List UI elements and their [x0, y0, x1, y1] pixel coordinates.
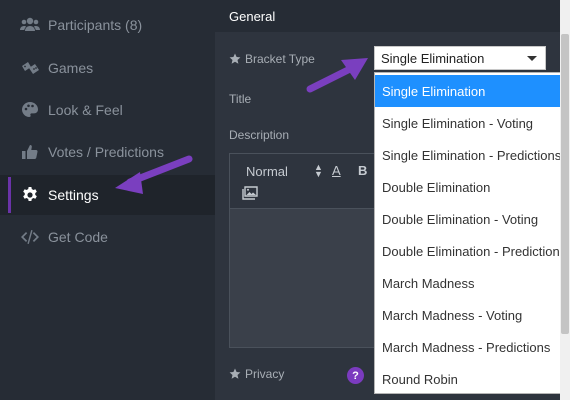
arrow-head-settings-icon	[115, 172, 143, 194]
annotation-arrows	[115, 58, 368, 194]
arrow-to-bracket-type-icon	[306, 63, 358, 93]
